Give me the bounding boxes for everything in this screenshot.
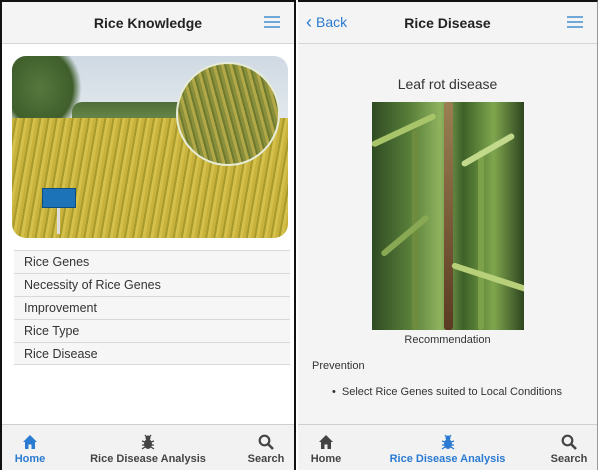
rice-field-image xyxy=(12,56,288,238)
home-icon xyxy=(23,435,37,449)
tab-bar: Home Rice Disease Analysis Search xyxy=(298,424,597,470)
rice-disease-screen: ‹ Back Rice Disease Leaf rot disease Rec… xyxy=(298,0,598,470)
menu-item-rice-disease[interactable]: Rice Disease xyxy=(14,342,290,365)
page-title: Rice Disease xyxy=(404,14,491,31)
header-bar: Rice Knowledge xyxy=(2,2,294,44)
back-label: Back xyxy=(316,14,348,30)
search-icon xyxy=(258,434,274,450)
back-button[interactable]: ‹ Back xyxy=(306,12,348,32)
tab-label: Home xyxy=(14,453,46,465)
disease-title: Leaf rot disease xyxy=(397,76,498,92)
bug-icon xyxy=(441,434,454,450)
home-icon xyxy=(319,435,333,449)
tab-label: Search xyxy=(550,453,588,465)
menu-item-rice-type[interactable]: Rice Type xyxy=(14,319,290,342)
bug-icon xyxy=(141,434,155,450)
menu-item-rice-genes[interactable]: Rice Genes xyxy=(14,250,290,273)
tab-bar: Home Rice Disease Analysis Search xyxy=(2,424,294,470)
main-content: Rice Genes Necessity of Rice Genes Impro… xyxy=(2,44,294,424)
rice-knowledge-screen: Rice Knowledge Rice Genes Necessity of R… xyxy=(0,0,296,470)
tab-search[interactable]: Search xyxy=(541,425,597,470)
tab-search[interactable]: Search xyxy=(238,425,294,470)
prevention-label: Prevention xyxy=(312,360,365,372)
tab-home[interactable]: Home xyxy=(2,425,58,470)
menu-item-improvement[interactable]: Improvement xyxy=(14,296,290,319)
search-icon xyxy=(561,434,577,450)
prevention-item: Select Rice Genes suited to Local Condit… xyxy=(332,386,562,398)
rice-closeup-image xyxy=(176,62,280,166)
knowledge-menu-list: Rice Genes Necessity of Rice Genes Impro… xyxy=(14,250,290,365)
tab-label: Rice Disease Analysis xyxy=(90,453,206,465)
main-content: Leaf rot disease Recommendation Preventi… xyxy=(298,44,597,424)
disease-image xyxy=(372,102,524,330)
tab-label: Search xyxy=(247,453,285,465)
tab-label: Rice Disease Analysis xyxy=(389,453,506,465)
page-title: Rice Knowledge xyxy=(93,14,203,31)
menu-icon[interactable] xyxy=(264,16,280,28)
tab-label: Home xyxy=(310,453,342,465)
tab-rice-disease-analysis[interactable]: Rice Disease Analysis xyxy=(354,425,541,470)
menu-item-necessity-of-rice-genes[interactable]: Necessity of Rice Genes xyxy=(14,273,290,296)
tab-home[interactable]: Home xyxy=(298,425,354,470)
recommendation-label: Recommendation xyxy=(404,334,491,346)
menu-icon[interactable] xyxy=(567,16,583,28)
header-bar: ‹ Back Rice Disease xyxy=(298,2,597,44)
chevron-left-icon: ‹ xyxy=(306,12,312,32)
tab-rice-disease-analysis[interactable]: Rice Disease Analysis xyxy=(58,425,238,470)
